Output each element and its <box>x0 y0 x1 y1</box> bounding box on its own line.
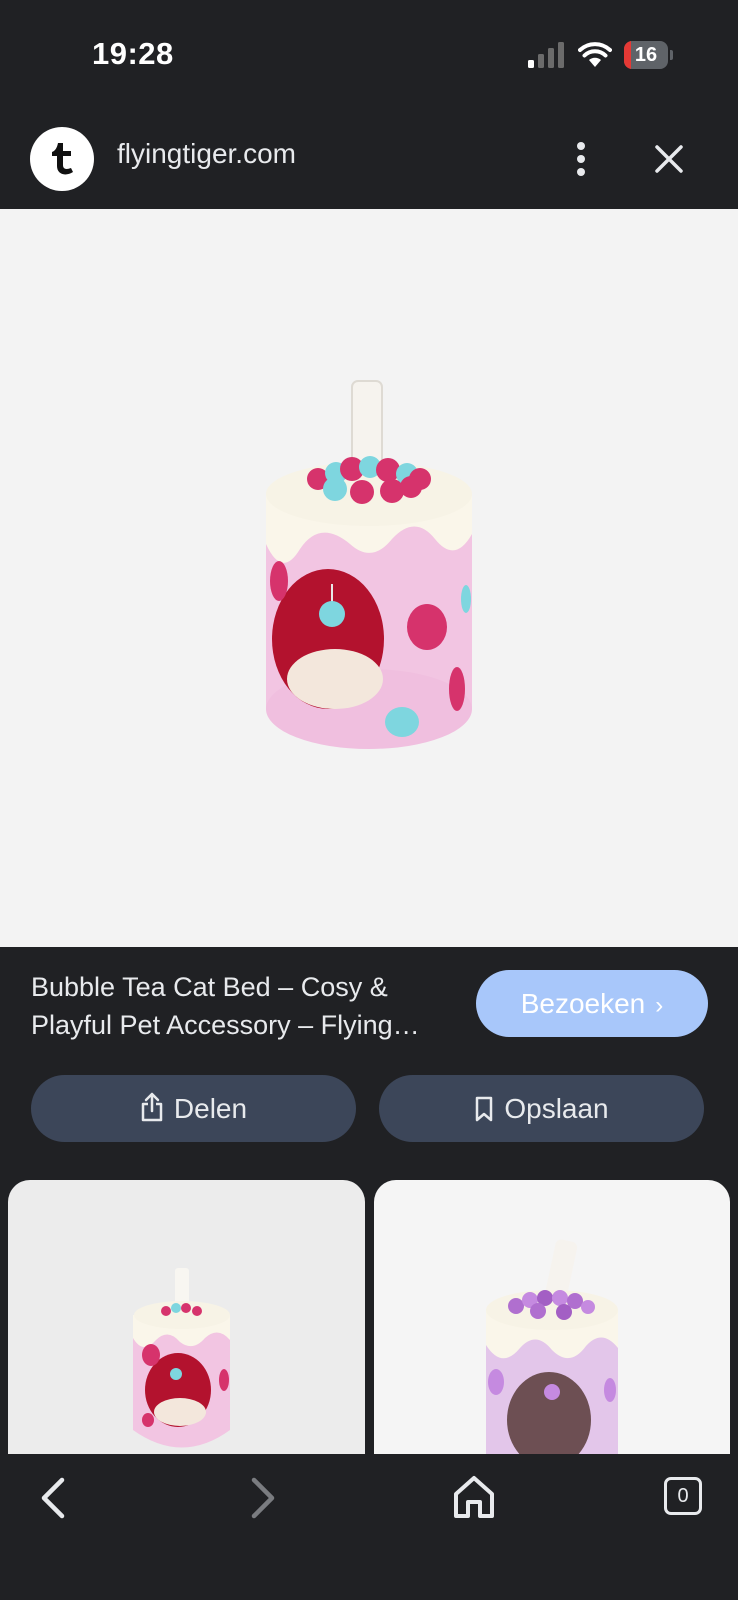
share-button[interactable]: Delen <box>31 1075 356 1142</box>
product-title[interactable]: Bubble Tea Cat Bed – Cosy & Playful Pet … <box>31 968 451 1044</box>
home-icon[interactable] <box>452 1474 496 1520</box>
status-time: 19:28 <box>92 36 174 71</box>
bookmark-icon <box>476 1096 493 1122</box>
tab-count-button[interactable]: 0 <box>664 1477 702 1515</box>
close-icon[interactable] <box>654 144 684 174</box>
share-button-label: Delen <box>173 1093 248 1124</box>
related-thumbnail[interactable] <box>374 1180 730 1454</box>
visit-button-label: Bezoeken <box>520 988 646 1019</box>
save-button[interactable]: Opslaan <box>379 1075 704 1142</box>
pink-cat-bed-thumbnail <box>133 1268 230 1448</box>
cellular-signal-icon <box>528 42 564 68</box>
wifi-icon <box>578 42 612 67</box>
save-button-label: Opslaan <box>504 1093 609 1124</box>
site-domain[interactable]: flyingtiger.com <box>117 138 296 170</box>
related-thumbnail[interactable] <box>8 1180 365 1454</box>
chevron-right-icon[interactable] <box>244 1476 280 1520</box>
more-vertical-icon[interactable] <box>566 140 596 178</box>
battery-level: 16 <box>634 44 658 66</box>
purple-cat-bed-thumbnail <box>486 1239 618 1454</box>
url-bar: flyingtiger.com <box>0 110 738 208</box>
chevron-right-icon: › <box>655 992 664 1019</box>
product-image[interactable] <box>0 209 738 947</box>
flying-tiger-logo-icon[interactable] <box>30 127 94 191</box>
bottom-navigation: 0 <box>0 1454 738 1600</box>
bubble-tea-cat-bed-image <box>266 380 472 749</box>
visit-button[interactable]: Bezoeken › <box>476 970 708 1037</box>
share-icon <box>141 1092 163 1122</box>
product-info: Bubble Tea Cat Bed – Cosy & Playful Pet … <box>0 947 738 1177</box>
status-bar: 19:28 16 <box>0 0 738 110</box>
battery-indicator: 16 <box>624 41 674 69</box>
chevron-left-icon[interactable] <box>36 1476 72 1520</box>
